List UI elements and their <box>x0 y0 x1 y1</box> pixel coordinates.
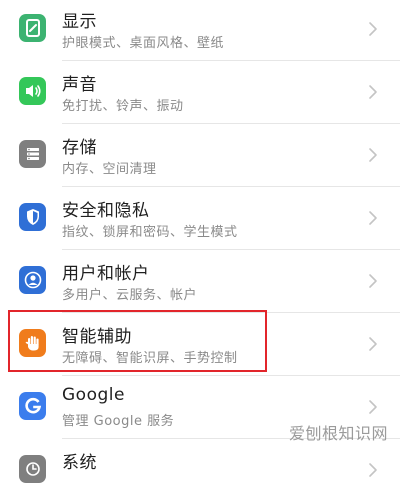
settings-item-subtitle: 护眼模式、桌面风格、壁纸 <box>62 36 225 51</box>
google-icon <box>19 392 46 420</box>
settings-item-smart-assistance[interactable]: 智能辅助 无障碍、智能识屏、手势控制 <box>0 313 400 376</box>
settings-item-storage[interactable]: 存储 内存、空间清理 <box>0 124 400 187</box>
settings-item-subtitle: 内存、空间清理 <box>62 162 157 177</box>
chevron-right-icon <box>369 337 377 351</box>
settings-item-subtitle: 免打扰、铃声、振动 <box>62 99 184 114</box>
chevron-right-icon <box>369 22 377 36</box>
chevron-right-icon <box>369 400 377 414</box>
settings-item-display[interactable]: 显示 护眼模式、桌面风格、壁纸 <box>0 0 400 61</box>
storage-icon <box>19 140 46 168</box>
hand-icon <box>19 329 46 357</box>
settings-item-subtitle: 无障碍、智能识屏、手势控制 <box>62 351 238 366</box>
settings-item-system[interactable]: 系统 <box>0 439 400 502</box>
settings-item-subtitle: 管理 Google 服务 <box>62 414 175 429</box>
chevron-right-icon <box>369 274 377 288</box>
chevron-right-icon <box>369 148 377 162</box>
security-shield-icon <box>19 203 46 231</box>
settings-item-title: 系统 <box>62 453 97 473</box>
settings-item-users-accounts[interactable]: 用户和帐户 多用户、云服务、帐户 <box>0 250 400 313</box>
settings-item-sound[interactable]: 声音 免打扰、铃声、振动 <box>0 61 400 124</box>
chevron-right-icon <box>369 463 377 477</box>
settings-item-title: 安全和隐私 <box>62 201 150 221</box>
settings-item-title: 存储 <box>62 138 97 158</box>
user-account-icon <box>19 266 46 294</box>
chevron-right-icon <box>369 85 377 99</box>
settings-item-subtitle: 多用户、云服务、帐户 <box>62 288 198 303</box>
settings-item-title: Google <box>62 385 125 405</box>
settings-item-title: 显示 <box>62 12 97 32</box>
settings-item-title: 声音 <box>62 75 97 95</box>
settings-item-subtitle: 指纹、锁屏和密码、学生模式 <box>62 225 238 240</box>
chevron-right-icon <box>369 211 377 225</box>
settings-item-title: 智能辅助 <box>62 327 132 347</box>
settings-item-title: 用户和帐户 <box>62 264 150 284</box>
settings-item-security-privacy[interactable]: 安全和隐私 指纹、锁屏和密码、学生模式 <box>0 187 400 250</box>
system-icon <box>19 455 46 483</box>
watermark: 爱刨根知识网 <box>288 424 388 443</box>
display-icon <box>19 14 46 42</box>
sound-icon <box>19 77 46 105</box>
